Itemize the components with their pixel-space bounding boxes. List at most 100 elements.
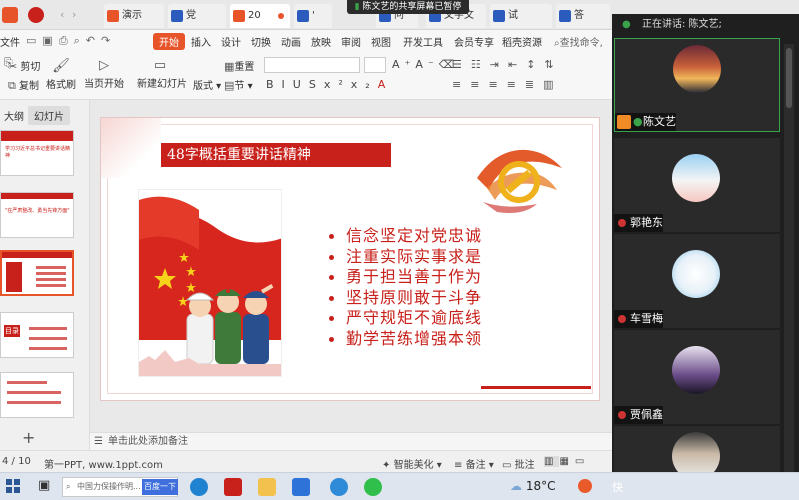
slide-thumbnail-1[interactable]: 学习习近平总书记重要讲话精神 xyxy=(0,130,74,176)
layout-dropdown[interactable]: 版式 ▾ xyxy=(193,77,221,92)
new-slide-button[interactable]: ▭ 新建幻灯片 xyxy=(137,58,187,90)
subscript-icon[interactable]: x₂ xyxy=(351,78,378,91)
redo-icon[interactable]: ↷ xyxy=(101,34,116,47)
menu-view[interactable]: 视图 xyxy=(371,34,391,49)
bullets-icon[interactable]: ☰ xyxy=(452,58,471,71)
text-direction-icon[interactable]: ⇅ xyxy=(544,58,562,71)
edge-icon[interactable] xyxy=(190,478,208,496)
browser-icon[interactable] xyxy=(330,478,348,496)
distribute-icon[interactable]: ≣ xyxy=(525,78,543,91)
undo-icon[interactable]: ↶ xyxy=(86,34,101,47)
scrollbar-thumb[interactable] xyxy=(786,48,792,108)
sorter-view-icon[interactable]: ▦ xyxy=(559,456,574,467)
app-home-icon[interactable] xyxy=(2,7,18,23)
menu-transition[interactable]: 切换 xyxy=(251,34,271,49)
slide-thumbnail-current[interactable] xyxy=(0,250,74,296)
italic-icon[interactable]: I xyxy=(282,78,293,91)
menu-home[interactable]: 开始 xyxy=(153,33,185,50)
shortcut-label[interactable]: 快 xyxy=(612,479,623,495)
current-start-button[interactable]: ▷ 当页开始 xyxy=(84,58,124,90)
task-view-icon[interactable]: ▣ xyxy=(38,478,50,493)
tab-document-2[interactable]: 党 xyxy=(168,4,226,28)
format-brush-icon: 🖌 xyxy=(52,58,70,74)
shrink-font-icon[interactable]: A⁻ xyxy=(415,58,438,71)
participant-tile[interactable]: 贾佩鑫 xyxy=(614,330,780,424)
print-icon[interactable]: ⎙ xyxy=(59,34,74,47)
columns-icon[interactable]: ▥ xyxy=(543,78,562,91)
menu-developer[interactable]: 开发工具 xyxy=(403,34,443,49)
menu-member[interactable]: 会员专享 xyxy=(454,34,494,49)
preview-icon[interactable]: ⌕ xyxy=(74,34,86,47)
font-family-select[interactable] xyxy=(264,57,360,73)
tray-icon[interactable] xyxy=(578,479,592,493)
participant-tile[interactable]: 车雪梅 xyxy=(614,234,780,328)
save-icon[interactable]: ▣ xyxy=(42,34,58,47)
align-right-icon[interactable]: ≡ xyxy=(488,78,506,91)
underline-icon[interactable]: U xyxy=(293,78,309,91)
wps-icon[interactable] xyxy=(224,478,242,496)
menu-review[interactable]: 审阅 xyxy=(341,34,361,49)
reset-button[interactable]: ▦重置 xyxy=(224,58,254,73)
menu-docer[interactable]: 稻壳资源 xyxy=(502,34,542,49)
menu-slideshow[interactable]: 放映 xyxy=(311,34,331,49)
slide-thumbnail-5[interactable] xyxy=(0,372,74,418)
grow-font-icon[interactable]: A⁺ xyxy=(392,58,415,71)
participant-tile[interactable]: ● 陈文艺 xyxy=(614,38,780,132)
justify-icon[interactable]: ≡ xyxy=(507,78,525,91)
wechat-icon[interactable] xyxy=(364,478,382,496)
notes-toggle-button[interactable]: ≡ 备注 ▾ xyxy=(454,456,494,471)
comment-button[interactable]: ▭ 批注 xyxy=(502,456,535,471)
tab-document-7[interactable]: 试 xyxy=(490,4,552,28)
tab-presentation-1[interactable]: 演示 xyxy=(104,4,164,28)
superscript-icon[interactable]: x² xyxy=(324,78,351,91)
menu-insert[interactable]: 插入 xyxy=(191,34,211,49)
align-left-icon[interactable]: ≡ xyxy=(452,78,470,91)
slide-thumbnail-2[interactable]: "在严肃整改、勇当先锋方面" xyxy=(0,192,74,238)
outdent-icon[interactable]: ⇤ xyxy=(508,58,526,71)
windows-start-icon[interactable] xyxy=(6,479,20,493)
open-icon[interactable]: ▭ xyxy=(26,34,42,47)
tab-slides[interactable]: 幻灯片 xyxy=(28,106,70,125)
reading-view-icon[interactable]: ▭ xyxy=(575,456,590,467)
participant-tile[interactable]: 郭艳东 xyxy=(614,138,780,232)
file-explorer-icon[interactable] xyxy=(258,478,276,496)
font-size-select[interactable] xyxy=(364,57,386,73)
menu-file[interactable]: 文件 xyxy=(0,34,20,49)
indent-icon[interactable]: ⇥ xyxy=(490,58,508,71)
tab-outline[interactable]: 大纲 xyxy=(4,108,24,123)
strike-icon[interactable]: S xyxy=(309,78,324,91)
copy-button[interactable]: ⧉ 复制 xyxy=(8,77,39,93)
bullet-dot-icon xyxy=(329,295,334,301)
font-color-icon[interactable]: A xyxy=(378,78,394,91)
menu-animation[interactable]: 动画 xyxy=(281,34,301,49)
format-painter-button[interactable]: 🖌 格式刷 xyxy=(46,58,76,91)
thumb-text: "在严肃整改、勇当先锋方面" xyxy=(5,208,70,214)
menu-design[interactable]: 设计 xyxy=(221,34,241,49)
normal-view-icon[interactable]: ▥ xyxy=(544,456,560,467)
baidu-search-button[interactable]: 百度一下 xyxy=(142,479,178,495)
participant-list-scrollbar[interactable] xyxy=(784,44,794,494)
tab-presentation-active[interactable]: 20 xyxy=(230,4,290,28)
cut-button[interactable]: ✂ 剪切 xyxy=(8,58,40,73)
nav-forward-icon[interactable]: › xyxy=(72,8,76,21)
tab-document-3[interactable]: ' xyxy=(294,4,332,28)
tab-document-8[interactable]: 答 xyxy=(556,4,610,28)
slide-thumbnail-4[interactable]: 目录 xyxy=(0,312,74,358)
bold-icon[interactable]: B xyxy=(266,78,282,91)
theme-name: 第一PPT, www.1ppt.com xyxy=(44,460,163,471)
word-file-icon xyxy=(493,10,505,22)
meeting-app-icon[interactable] xyxy=(292,478,310,496)
weather-widget[interactable]: ☁ 18°C xyxy=(510,479,555,493)
current-slide[interactable]: 48字概括重要讲话精神 信念坚定对党忠诚 注重实际实事求是 勇于担当善于作为 坚… xyxy=(100,117,600,401)
numbering-icon[interactable]: ☷ xyxy=(471,58,490,71)
bullet-item: 信念坚定对党忠诚 xyxy=(329,226,482,247)
notes-field[interactable]: ☰ 单击此处添加备注 xyxy=(90,432,612,450)
word-file-icon xyxy=(171,10,183,22)
section-dropdown[interactable]: ▤节 ▾ xyxy=(224,77,253,92)
wps-logo-icon[interactable] xyxy=(28,7,44,23)
smart-beautify-button[interactable]: ✦ 智能美化 ▾ xyxy=(382,456,442,471)
add-slide-button[interactable]: + xyxy=(22,428,35,447)
align-center-icon[interactable]: ≡ xyxy=(470,78,488,91)
line-spacing-icon[interactable]: ↕ xyxy=(526,58,544,71)
nav-back-icon[interactable]: ‹ xyxy=(60,8,64,21)
